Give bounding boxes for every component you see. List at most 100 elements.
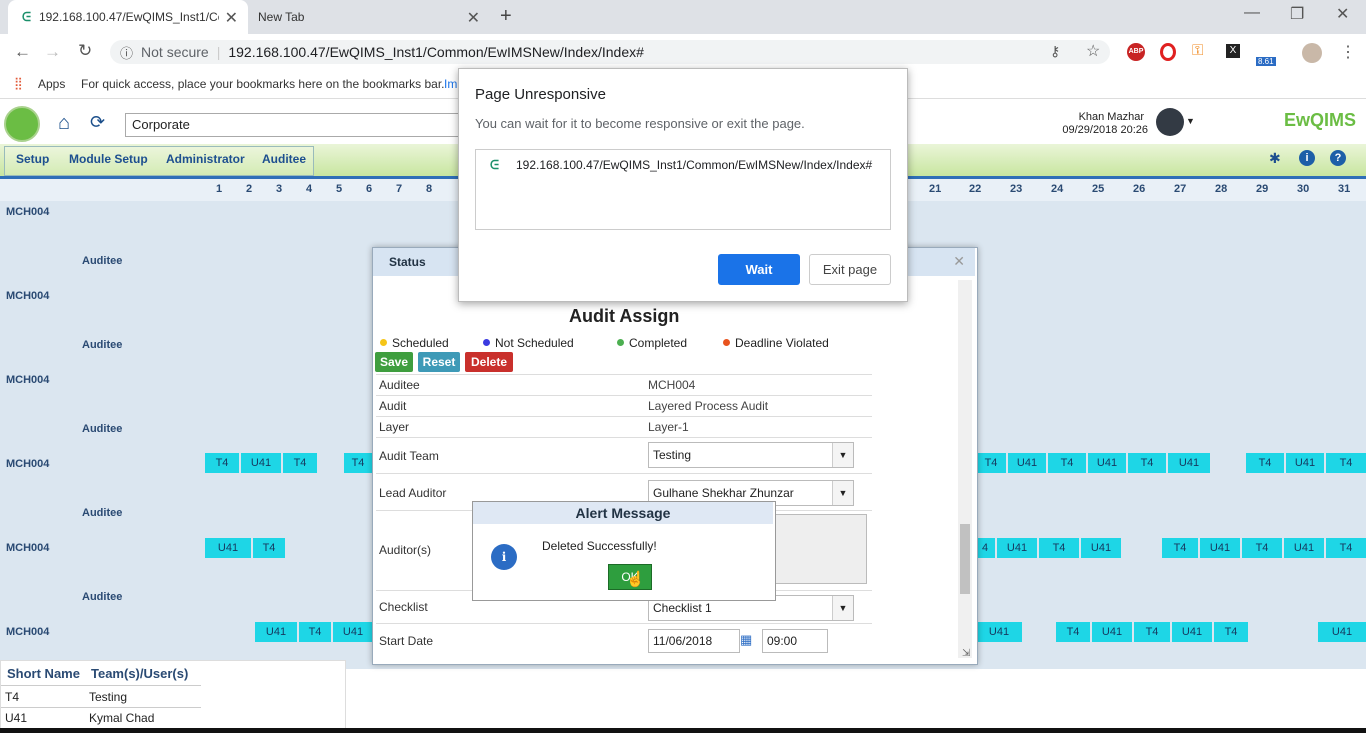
auditors-listbox[interactable] <box>775 514 867 584</box>
calendar-cell[interactable]: T4 <box>1162 538 1198 558</box>
calendar-cell[interactable]: U41 <box>997 538 1037 558</box>
calendar-cell[interactable]: U41 <box>1168 453 1210 473</box>
minimize-icon[interactable]: — <box>1244 4 1260 22</box>
calendar-cell[interactable]: U41 <box>976 622 1022 642</box>
day-number: 23 <box>1010 183 1023 195</box>
resize-handle-icon[interactable]: ⇲ <box>962 648 970 659</box>
company-selector[interactable]: Corporate <box>125 113 473 137</box>
scrollbar-thumb[interactable] <box>960 524 970 594</box>
info-icon[interactable]: i <box>1299 150 1315 166</box>
calendar-icon[interactable]: ▦ <box>740 632 752 648</box>
calendar-cell[interactable]: T4 <box>1134 622 1170 642</box>
close-tab-icon[interactable]: ✕ <box>225 8 238 28</box>
calendar-cell[interactable]: T4 <box>253 538 285 558</box>
calendar-cell[interactable]: T4 <box>205 453 239 473</box>
save-button[interactable]: Save <box>375 352 413 372</box>
close-window-icon[interactable]: ✕ <box>1336 4 1349 24</box>
pin-icon[interactable]: ✱ <box>1269 150 1281 167</box>
reset-button[interactable]: Reset <box>418 352 460 372</box>
apps-link[interactable]: Apps <box>38 77 65 91</box>
import-link[interactable]: Im <box>444 77 457 91</box>
calendar-cell[interactable]: U41 <box>1200 538 1240 558</box>
legend-col-short: Short Name <box>7 666 80 681</box>
calendar-cell[interactable]: T4 <box>1128 453 1166 473</box>
calendar-cell[interactable]: U41 <box>241 453 281 473</box>
dialog-description: You can wait for it to become responsive… <box>475 116 805 131</box>
calendar-cell[interactable]: U41 <box>1284 538 1324 558</box>
chevron-down-icon[interactable]: ▼ <box>832 443 853 467</box>
calendar-cell[interactable]: U41 <box>1092 622 1132 642</box>
calendar-cell[interactable]: T4 <box>1242 538 1282 558</box>
menu-module-setup[interactable]: Module Setup <box>69 152 148 166</box>
start-time-input[interactable]: 09:00 <box>762 629 828 653</box>
close-tab-icon[interactable]: ✕ <box>467 8 480 28</box>
menu-kebab-icon[interactable]: ⋮ <box>1340 42 1356 62</box>
day-number: 2 <box>246 183 253 195</box>
chevron-down-icon[interactable]: ▼ <box>1186 116 1195 126</box>
tab-ewqims[interactable]: ᕮ 192.168.100.47/EwQIMS_Inst1/Co ✕ <box>8 0 248 34</box>
legend-table: Short Name Team(s)/User(s) T4 Testing U4… <box>0 660 346 732</box>
key-icon[interactable]: ⚷ <box>1050 43 1060 60</box>
back-icon[interactable]: ← <box>14 42 31 62</box>
profile-avatar[interactable] <box>1302 43 1322 63</box>
restore-icon[interactable]: ❐ <box>1290 4 1304 24</box>
home-icon[interactable]: ⌂ <box>58 112 70 135</box>
calendar-cell[interactable]: T4 <box>1048 453 1086 473</box>
calendar-cell[interactable]: T4 <box>1039 538 1079 558</box>
help-icon[interactable]: ? <box>1330 150 1346 166</box>
delete-button[interactable]: Delete <box>465 352 513 372</box>
calendar-cell[interactable]: U41 <box>205 538 251 558</box>
start-date-input[interactable]: 11/06/2018 <box>648 629 740 653</box>
new-tab-button[interactable]: + <box>500 5 512 28</box>
audit-team-select[interactable]: Testing ▼ <box>648 442 854 468</box>
forward-icon[interactable]: → <box>44 42 61 62</box>
calendar-cell[interactable]: T4 <box>1326 453 1366 473</box>
adblock-icon[interactable]: ABP <box>1127 43 1145 61</box>
wait-button[interactable]: Wait <box>718 254 800 285</box>
reload-icon[interactable]: ↻ <box>78 41 92 61</box>
apps-grid-icon[interactable]: ⣿ <box>14 76 23 90</box>
form-heading: Audit Assign <box>569 306 680 326</box>
legend-col-team: Team(s)/User(s) <box>91 666 189 681</box>
calendar-cell[interactable]: T4 <box>1326 538 1366 558</box>
calendar-cell[interactable]: T4 <box>299 622 331 642</box>
deadline-violated-dot <box>723 339 730 346</box>
omnibox[interactable]: ⓘ Not secure | 192.168.100.47/EwQIMS_Ins… <box>110 40 1110 64</box>
x-extension-icon[interactable]: X <box>1226 44 1240 58</box>
menu-setup[interactable]: Setup <box>16 152 49 166</box>
audit-label: Audit <box>379 399 407 413</box>
calendar-cell[interactable]: U41 <box>1318 622 1366 642</box>
menu-administrator[interactable]: Administrator <box>166 152 245 166</box>
info-icon: ⓘ <box>120 45 134 61</box>
calendar-cell[interactable]: T4 <box>344 453 372 473</box>
calendar-cell[interactable]: U41 <box>1081 538 1121 558</box>
calendar-cell[interactable]: 4 <box>975 538 995 558</box>
exit-page-button[interactable]: Exit page <box>809 254 891 285</box>
opera-icon[interactable] <box>1160 43 1176 61</box>
auditee-header: Auditee <box>82 423 123 435</box>
menu-auditee[interactable]: Auditee <box>262 152 306 166</box>
key-extension-icon[interactable]: ⚿ <box>1192 42 1203 59</box>
speed-extension-icon[interactable]: 8.61 <box>1256 43 1276 66</box>
calendar-cell[interactable]: T4 <box>976 453 1006 473</box>
calendar-cell[interactable]: U41 <box>1008 453 1046 473</box>
calendar-cell[interactable]: T4 <box>1214 622 1248 642</box>
star-icon[interactable]: ☆ <box>1086 41 1100 61</box>
calendar-cell[interactable]: T4 <box>1056 622 1090 642</box>
legend-short: U41 <box>5 711 28 725</box>
chevron-down-icon[interactable]: ▼ <box>832 596 853 620</box>
close-icon[interactable]: ✕ <box>953 253 965 270</box>
calendar-cell[interactable]: U41 <box>1088 453 1126 473</box>
user-avatar[interactable] <box>1156 108 1184 136</box>
day-number: 3 <box>276 183 283 195</box>
calendar-cell[interactable]: U41 <box>1172 622 1212 642</box>
dialog-scrollbar[interactable] <box>958 280 972 658</box>
calendar-cell[interactable]: U41 <box>333 622 373 642</box>
calendar-cell[interactable]: T4 <box>283 453 317 473</box>
chevron-down-icon[interactable]: ▼ <box>832 481 853 505</box>
calendar-cell[interactable]: U41 <box>1286 453 1324 473</box>
calendar-cell[interactable]: T4 <box>1246 453 1284 473</box>
calendar-cell[interactable]: U41 <box>255 622 297 642</box>
refresh-icon[interactable]: ⟳ <box>90 112 105 133</box>
tab-new[interactable]: New Tab ✕ <box>250 0 490 34</box>
